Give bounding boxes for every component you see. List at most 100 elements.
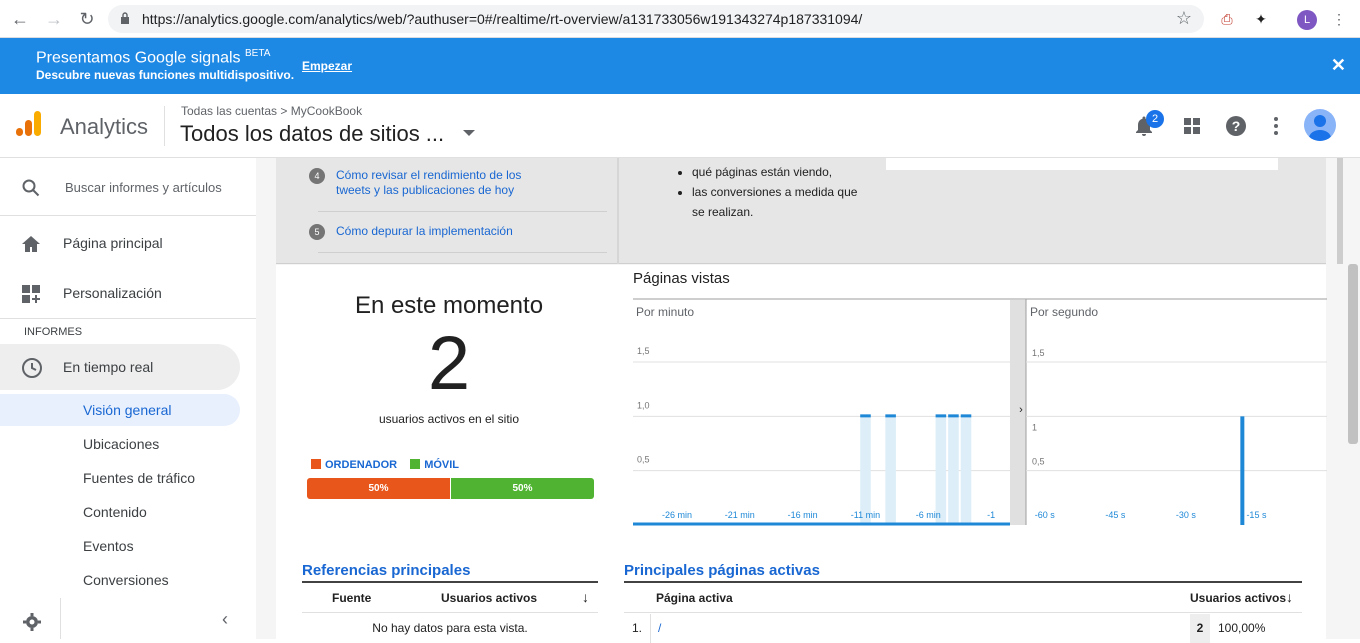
profile-avatar[interactable]: L <box>1297 10 1317 30</box>
sidebar-subitem-events[interactable]: Eventos <box>0 530 240 562</box>
browser-toolbar: ← → ↻ https://analytics.google.com/analy… <box>0 0 1360 38</box>
apps-grid-icon[interactable] <box>1180 114 1204 138</box>
x-tick-label: -30 s <box>1176 510 1197 520</box>
intro-panel: 4 Cómo revisar el rendimiento de los twe… <box>276 158 1343 264</box>
bar-area <box>860 416 871 525</box>
sidebar-subitem-traffic-sources[interactable]: Fuentes de tráfico <box>0 462 240 494</box>
x-tick-label: -6 min <box>916 510 941 520</box>
bar <box>948 414 959 418</box>
collapse-chevron-icon[interactable]: ‹ <box>222 609 228 630</box>
sidebar-item-label: Página principal <box>63 235 163 251</box>
sidebar-subitem-overview[interactable]: Visión general <box>0 394 240 426</box>
x-tick-label: -60 s <box>1035 510 1056 520</box>
subitem-label: Visión general <box>83 402 172 418</box>
chevron-down-icon[interactable] <box>463 130 475 136</box>
signals-banner: Presentamos Google signals BETA Descubre… <box>0 38 1360 94</box>
banner-subtitle: Descubre nuevas funciones multidispositi… <box>36 68 295 82</box>
more-vert-icon[interactable] <box>1264 114 1288 138</box>
banner-start-link[interactable]: Empezar <box>302 59 352 73</box>
referrals-title: Referencias principales <box>302 562 471 579</box>
tip-item[interactable]: 5 Cómo depurar la implementación <box>298 224 587 244</box>
account-avatar[interactable] <box>1304 109 1336 141</box>
help-icon[interactable]: ? <box>1224 114 1248 138</box>
page-scrollbar[interactable] <box>1348 264 1358 444</box>
panel-scrollbar[interactable] <box>1337 158 1343 264</box>
subitem-label: Conversiones <box>83 572 169 588</box>
mobile-share: 50% <box>451 478 594 499</box>
tip-item[interactable]: 4 Cómo revisar el rendimiento de los twe… <box>298 168 587 208</box>
legend-desktop: ORDENADOR <box>325 459 398 471</box>
reports-section-label: INFORMES <box>24 326 83 338</box>
sort-arrow-icon[interactable]: ↓ <box>582 589 589 605</box>
svg-text:?: ? <box>1232 118 1241 134</box>
tip-link[interactable]: Cómo revisar el rendimiento de los tweet… <box>336 168 556 198</box>
sidebar-item-label: Personalización <box>63 285 162 301</box>
breadcrumb[interactable]: Todas las cuentas > MyCookBook <box>181 104 362 118</box>
col-source[interactable]: Fuente <box>332 591 371 605</box>
footer-divider <box>60 598 61 639</box>
bookmark-star-icon[interactable]: ☆ <box>1176 8 1192 29</box>
url-text: https://analytics.google.com/analytics/w… <box>142 11 863 27</box>
tip-divider <box>318 211 607 212</box>
video-box <box>886 158 1278 170</box>
y-tick-label: 0,5 <box>1032 457 1045 467</box>
feature-item: qué páginas están viendo, <box>692 162 866 182</box>
reload-icon[interactable]: ↻ <box>77 9 97 29</box>
tip-number: 5 <box>309 224 325 240</box>
chart-title: Por minuto <box>636 305 694 319</box>
subitem-label: Contenido <box>83 504 147 520</box>
sidebar-subitem-content[interactable]: Contenido <box>0 496 240 528</box>
analytics-logo-icon <box>16 111 41 136</box>
bar <box>935 414 947 418</box>
banner-title: Presentamos Google signals BETA <box>36 48 271 67</box>
bar-area <box>960 416 972 525</box>
chart-title: Por segundo <box>1030 305 1098 319</box>
sidebar-subitem-locations[interactable]: Ubicaciones <box>0 428 240 460</box>
col-active-users[interactable]: Usuarios activos <box>441 591 537 605</box>
sidebar-search[interactable]: Buscar informes y artículos <box>0 158 256 216</box>
feature-list: qué páginas están viendo, las conversion… <box>676 162 866 222</box>
device-legend: ORDENADOR MÓVIL <box>311 459 459 471</box>
main-content: 4 Cómo revisar el rendimiento de los twe… <box>256 158 1360 643</box>
app-name: Analytics <box>60 114 149 139</box>
address-bar[interactable]: https://analytics.google.com/analytics/w… <box>108 5 1204 33</box>
browser-menu-icon[interactable]: ⋮ <box>1330 10 1348 28</box>
left-sidebar: Buscar informes y artículos Página princ… <box>0 158 256 639</box>
col-active-users[interactable]: Usuarios activos <box>1190 591 1286 605</box>
back-arrow-icon[interactable]: ← <box>10 9 30 29</box>
x-tick-label: -16 min <box>788 510 818 520</box>
panel-divider <box>617 158 619 264</box>
row-page-link[interactable]: / <box>658 621 661 635</box>
sort-arrow-icon[interactable]: ↓ <box>1286 589 1293 605</box>
sidebar-subitem-conversions[interactable]: Conversiones <box>0 564 240 596</box>
sidebar-divider <box>0 318 256 319</box>
pageviews-chart: › Por minuto 0,5 1,0 1,5 -26 min -21 min -16 mi… <box>633 298 1327 526</box>
analytics-header: Analytics Todas las cuentas > MyCookBook… <box>0 94 1360 158</box>
sidebar-item-customization[interactable]: Personalización <box>0 271 256 317</box>
x-tick-label: -26 min <box>662 510 692 520</box>
extension-icon[interactable]: ✦ <box>1252 10 1270 28</box>
pageviews-title: Páginas vistas <box>633 270 730 287</box>
row-rank: 1. <box>632 621 643 635</box>
close-icon[interactable]: ✕ <box>1331 55 1346 76</box>
mobile-swatch <box>410 459 421 469</box>
tip-link[interactable]: Cómo depurar la implementación <box>336 224 556 239</box>
pdf-extension-icon[interactable]: ⎙ <box>1218 10 1236 28</box>
empty-message: No hay datos para esta vista. <box>372 621 528 635</box>
gear-icon[interactable] <box>22 612 42 632</box>
header-divider <box>164 106 165 146</box>
tip-number: 4 <box>309 168 325 184</box>
property-selector[interactable]: Todos los datos de sitios ... <box>180 121 444 147</box>
y-tick-label: 1 <box>1032 422 1037 432</box>
chart-expand-arrow: › <box>1019 404 1023 416</box>
clock-icon <box>22 358 42 378</box>
search-icon <box>22 179 40 197</box>
sidebar-item-home[interactable]: Página principal <box>0 221 256 267</box>
desktop-swatch <box>311 459 321 469</box>
active-users-count: 2 <box>427 321 471 406</box>
col-active-page[interactable]: Página activa <box>656 591 733 605</box>
sidebar-item-realtime[interactable]: En tiempo real <box>0 344 240 390</box>
beta-badge: BETA <box>245 48 271 59</box>
legend-mobile: MÓVIL <box>424 459 460 471</box>
forward-arrow-icon[interactable]: → <box>44 9 64 29</box>
